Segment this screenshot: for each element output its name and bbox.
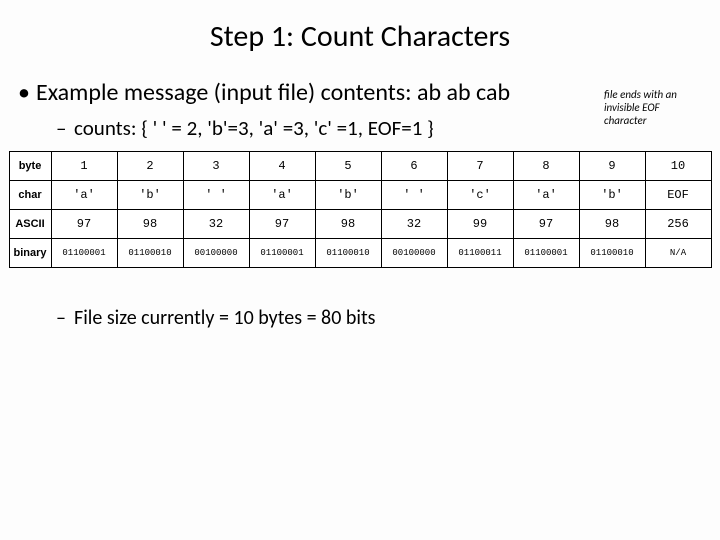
cell: 256 <box>645 209 711 238</box>
row-header-byte: byte <box>9 151 51 180</box>
cell: 10 <box>645 151 711 180</box>
cell: 'a' <box>51 180 117 209</box>
cell: 00100000 <box>183 238 249 267</box>
table-row: binary 01100001 01100010 00100000 011000… <box>9 238 711 267</box>
cell: 01100010 <box>579 238 645 267</box>
byte-table: byte 1 2 3 4 5 6 7 8 9 10 char 'a' 'b' '… <box>9 151 712 268</box>
cell: ' ' <box>381 180 447 209</box>
table-row: char 'a' 'b' ' ' 'a' 'b' ' ' 'c' 'a' 'b'… <box>9 180 711 209</box>
cell: ' ' <box>183 180 249 209</box>
cell: 01100010 <box>117 238 183 267</box>
cell: 6 <box>381 151 447 180</box>
cell: 98 <box>579 209 645 238</box>
cell: 01100001 <box>249 238 315 267</box>
cell: EOF <box>645 180 711 209</box>
cell: 'b' <box>315 180 381 209</box>
cell: 'a' <box>513 180 579 209</box>
cell: 9 <box>579 151 645 180</box>
cell: N/A <box>645 238 711 267</box>
cell: 97 <box>51 209 117 238</box>
bullet-counts: counts: { ' ' = 2, 'b'=3, 'a' =3, 'c' =1… <box>0 107 720 141</box>
cell: 32 <box>381 209 447 238</box>
cell: 8 <box>513 151 579 180</box>
table-row: ASCII 97 98 32 97 98 32 99 97 98 256 <box>9 209 711 238</box>
cell: 4 <box>249 151 315 180</box>
cell: 'c' <box>447 180 513 209</box>
eof-note-line-1: file ends with an <box>604 88 677 101</box>
cell: 00100000 <box>381 238 447 267</box>
cell: 01100001 <box>513 238 579 267</box>
bullet-file-size: File size currently = 10 bytes = 80 bits <box>0 268 720 330</box>
cell: 98 <box>315 209 381 238</box>
cell: 97 <box>249 209 315 238</box>
cell: 5 <box>315 151 381 180</box>
row-header-char: char <box>9 180 51 209</box>
cell: 7 <box>447 151 513 180</box>
table-row: byte 1 2 3 4 5 6 7 8 9 10 <box>9 151 711 180</box>
cell: 3 <box>183 151 249 180</box>
cell: 99 <box>447 209 513 238</box>
cell: 2 <box>117 151 183 180</box>
cell: 'b' <box>117 180 183 209</box>
cell: 98 <box>117 209 183 238</box>
cell: 97 <box>513 209 579 238</box>
cell: 01100010 <box>315 238 381 267</box>
cell: 01100011 <box>447 238 513 267</box>
row-header-binary: binary <box>9 238 51 267</box>
cell: 'b' <box>579 180 645 209</box>
cell: 'a' <box>249 180 315 209</box>
row-header-ascii: ASCII <box>9 209 51 238</box>
cell: 32 <box>183 209 249 238</box>
page-title: Step 1: Count Characters <box>0 0 720 79</box>
cell: 1 <box>51 151 117 180</box>
cell: 01100001 <box>51 238 117 267</box>
